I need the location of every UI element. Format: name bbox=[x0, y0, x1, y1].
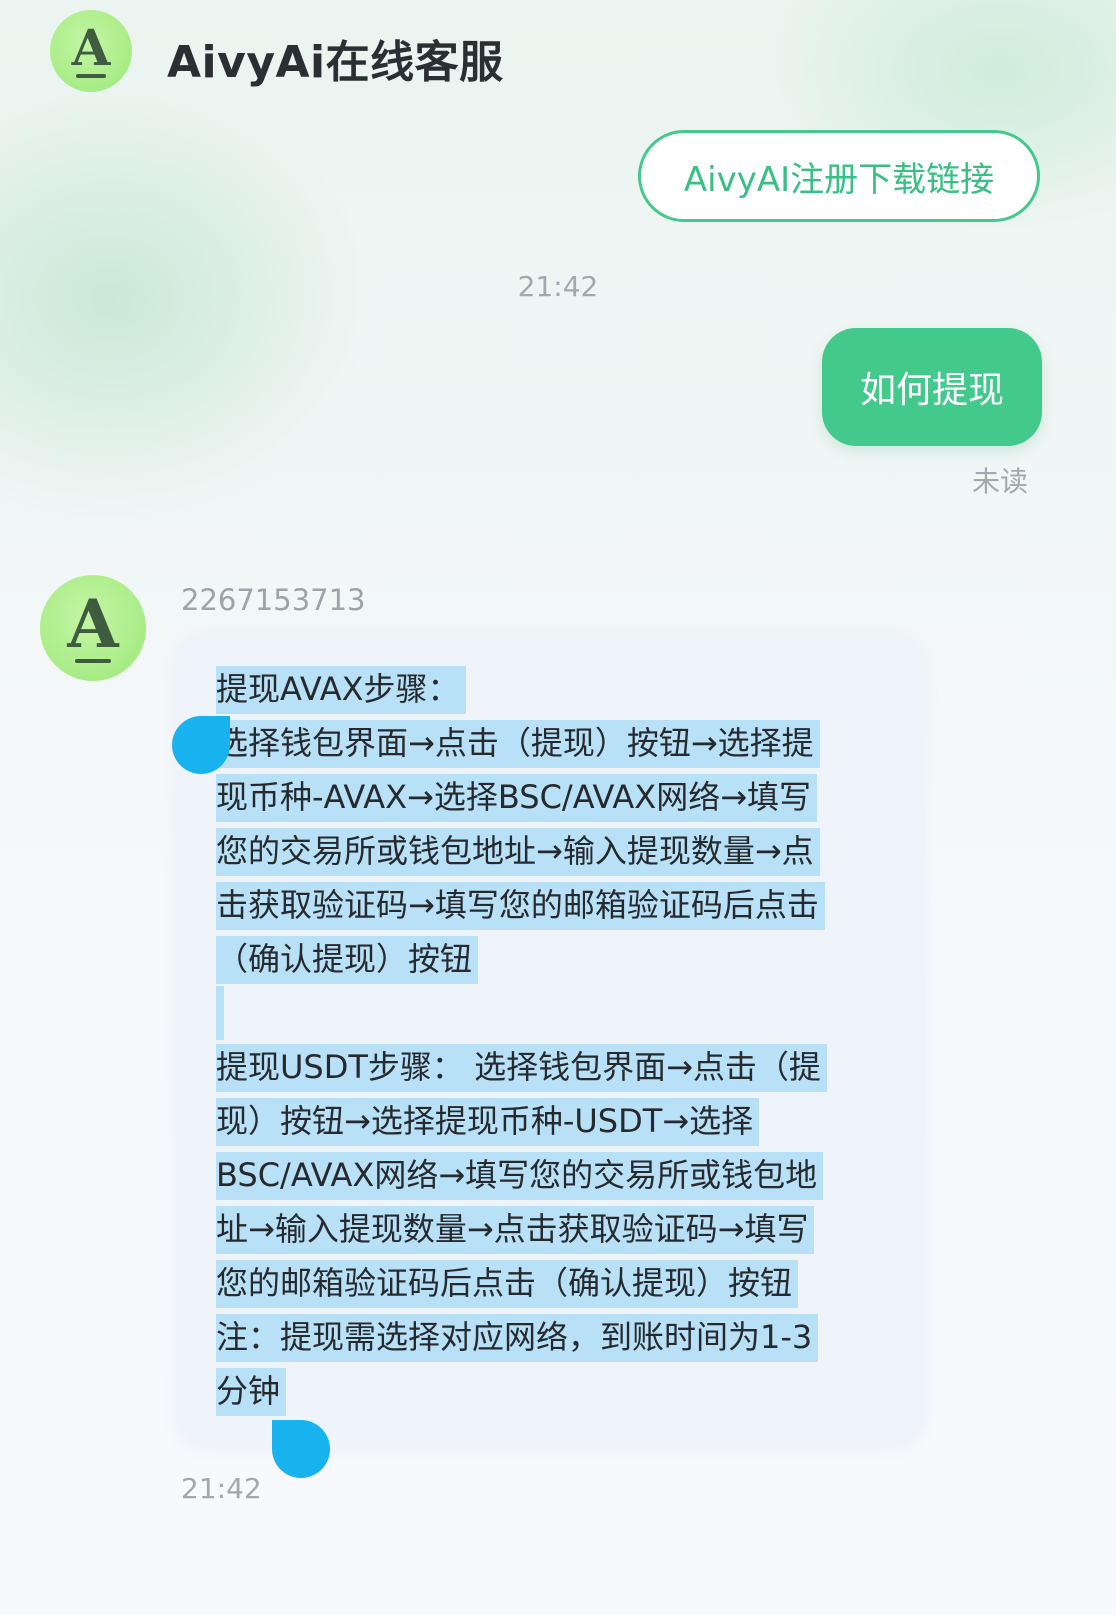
read-status: 未读 bbox=[972, 465, 1029, 498]
bot-message-text[interactable]: 提现AVAX步骤： 选择钱包界面→点击（提现）按钮→选择提 现币种-AVAX→选择B… bbox=[216, 662, 896, 1418]
selected-text: BSC/AVAX网络→填写您的交易所或钱包地 bbox=[216, 1152, 824, 1200]
message-timestamp: 21:42 bbox=[181, 1472, 262, 1505]
message-line: 址→输入提现数量→点击获取验证码→填写 bbox=[216, 1202, 896, 1256]
avatar-letter: A bbox=[71, 18, 111, 77]
message-line: 注：提现需选择对应网络，到账时间为1-3 bbox=[216, 1310, 896, 1364]
message-line: 现）按钮→选择提现币种-USDT→选择 bbox=[216, 1094, 896, 1148]
aivy-logo-icon: A bbox=[50, 10, 132, 92]
message-line: 击获取验证码→填写您的邮箱验证码后点击 bbox=[216, 878, 896, 932]
selection-end-handle[interactable] bbox=[272, 1420, 330, 1478]
aivy-logo-icon[interactable]: A bbox=[40, 575, 146, 681]
selected-text: 现币种-AVAX→选择BSC/AVAX网络→填写 bbox=[216, 774, 818, 822]
selected-text: 注：提现需选择对应网络，到账时间为1-3 bbox=[216, 1314, 819, 1362]
message-line: 现币种-AVAX→选择BSC/AVAX网络→填写 bbox=[216, 770, 896, 824]
sender-id: 2267153713 bbox=[181, 583, 366, 617]
register-download-link-button[interactable]: AivyAI注册下载链接 bbox=[638, 130, 1040, 222]
message-line: （确认提现）按钮 bbox=[216, 932, 896, 986]
avatar-letter: A bbox=[67, 585, 119, 663]
selected-text: 址→输入提现数量→点击获取验证码→填写 bbox=[216, 1206, 815, 1254]
message-line: 提现USDT步骤： 选择钱包界面→点击（提 bbox=[216, 1040, 896, 1094]
chat-header: A AivyAi在线客服 bbox=[0, 0, 1116, 110]
selected-text: （确认提现）按钮 bbox=[216, 936, 479, 984]
selected-text: 提现AVAX步骤： bbox=[216, 666, 466, 714]
selected-text: 您的交易所或钱包地址→输入提现数量→点 bbox=[216, 828, 820, 876]
message-line: 您的邮箱验证码后点击（确认提现）按钮 bbox=[216, 1256, 896, 1310]
selected-text: 您的邮箱验证码后点击（确认提现）按钮 bbox=[216, 1260, 799, 1308]
selected-text: 击获取验证码→填写您的邮箱验证码后点击 bbox=[216, 882, 825, 930]
selected-text: 分钟 bbox=[216, 1368, 287, 1416]
message-line: 分钟 bbox=[216, 1364, 896, 1418]
message-line: 选择钱包界面→点击（提现）按钮→选择提 bbox=[216, 716, 896, 770]
selection-start-handle[interactable] bbox=[172, 716, 230, 774]
message-line: 提现AVAX步骤： bbox=[216, 662, 896, 716]
chat-title: AivyAi在线客服 bbox=[167, 37, 504, 88]
message-line: BSC/AVAX网络→填写您的交易所或钱包地 bbox=[216, 1148, 896, 1202]
message-line: 您的交易所或钱包地址→输入提现数量→点 bbox=[216, 824, 896, 878]
selected-text: 提现USDT步骤： 选择钱包界面→点击（提 bbox=[216, 1044, 827, 1092]
selected-text: 现）按钮→选择提现币种-USDT→选择 bbox=[216, 1098, 760, 1146]
blank-line bbox=[216, 986, 896, 1040]
message-timestamp: 21:42 bbox=[517, 270, 599, 303]
user-message-bubble[interactable]: 如何提现 bbox=[822, 328, 1042, 446]
selected-text: 选择钱包界面→点击（提现）按钮→选择提 bbox=[216, 720, 820, 768]
